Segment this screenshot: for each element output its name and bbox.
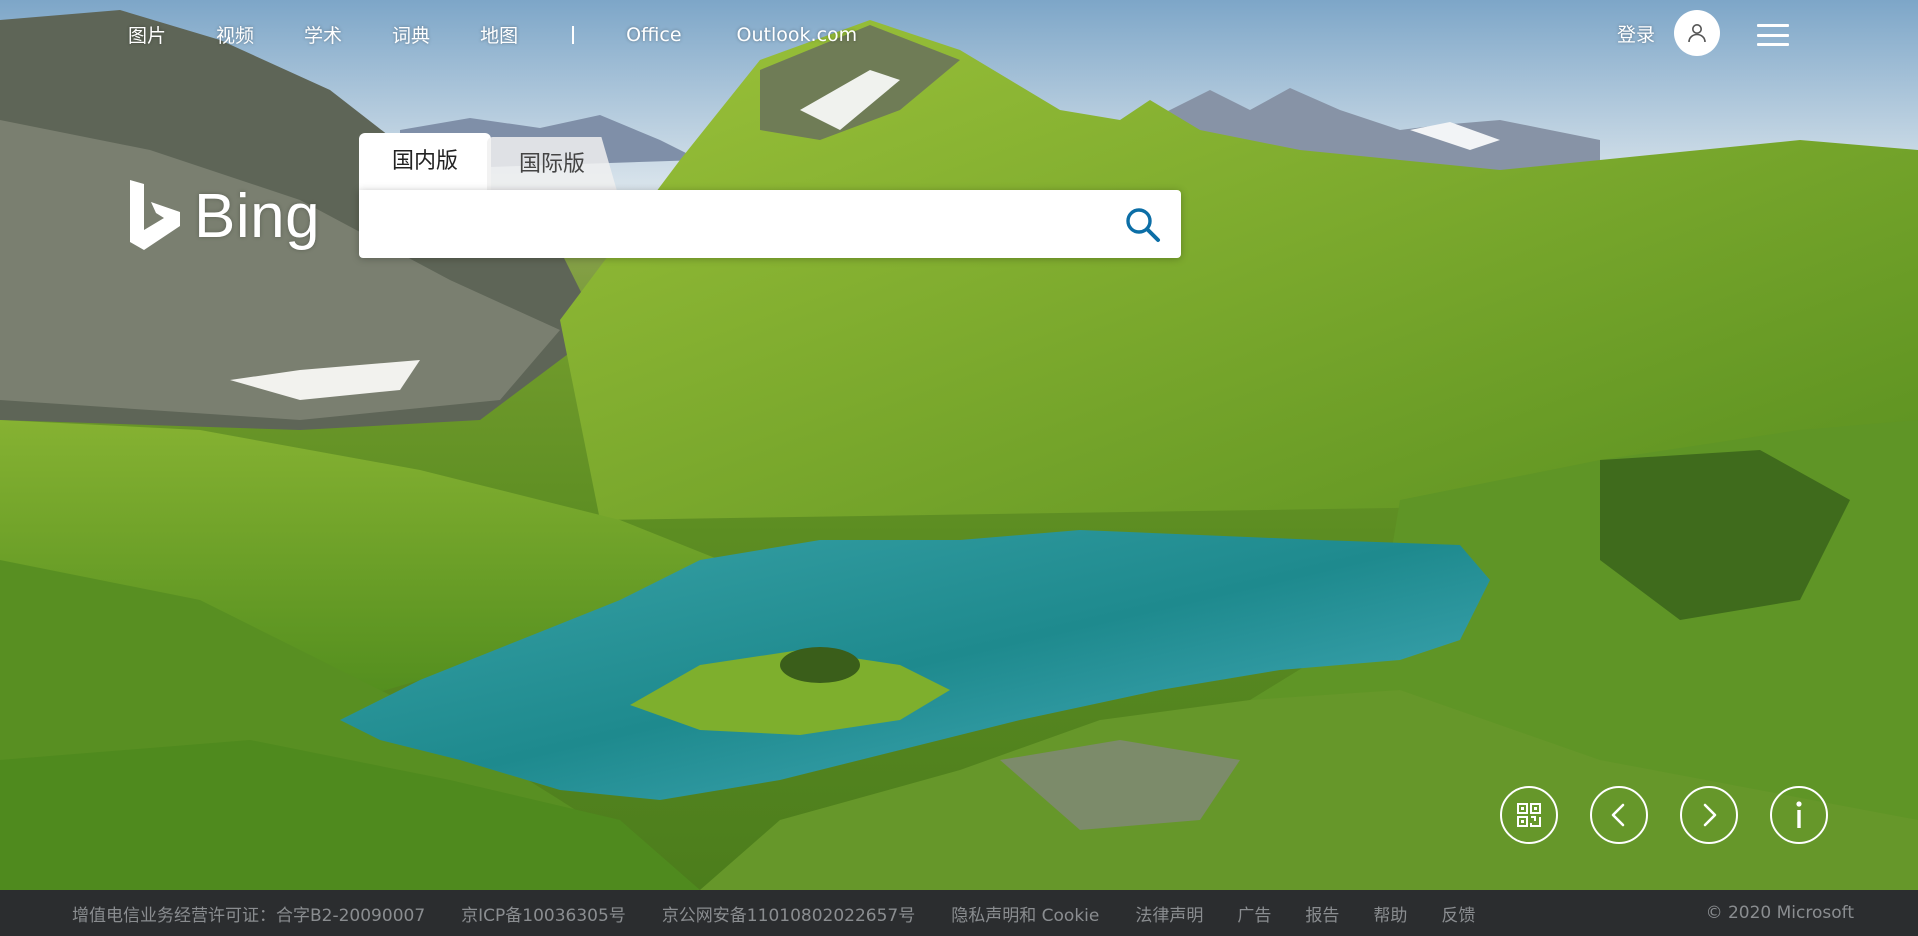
landscape-illustration <box>0 0 1918 890</box>
copyright: © 2020 Microsoft <box>1705 903 1854 923</box>
previous-image-button[interactable] <box>1590 786 1648 844</box>
footer: 增值电信业务经营许可证：合字B2-20090007 京ICP备10036305号… <box>0 890 1918 936</box>
search-input[interactable] <box>375 202 1095 246</box>
nav-link-images[interactable]: 图片 <box>128 21 166 48</box>
search-button[interactable] <box>1121 203 1165 247</box>
qr-code-icon <box>1517 803 1541 827</box>
footer-link-help[interactable]: 帮助 <box>1373 901 1407 926</box>
nav-divider <box>572 25 575 44</box>
tab-domestic[interactable]: 国内版 <box>359 133 491 191</box>
next-icon <box>1703 803 1717 827</box>
tab-international[interactable]: 国际版 <box>487 137 617 191</box>
footer-link-icp[interactable]: 京ICP备10036305号 <box>461 901 626 926</box>
search-box <box>359 190 1181 258</box>
footer-link-telecom-license[interactable]: 增值电信业务经营许可证：合字B2-20090007 <box>72 901 425 926</box>
footer-link-privacy[interactable]: 隐私声明和 Cookie <box>951 901 1099 926</box>
next-image-button[interactable] <box>1680 786 1738 844</box>
logo-wordmark: Bing <box>194 181 321 251</box>
footer-link-legal[interactable]: 法律声明 <box>1135 901 1203 926</box>
nav-link-office[interactable]: Office <box>626 24 681 46</box>
bing-logo: Bing <box>128 178 320 254</box>
nav-link-outlook[interactable]: Outlook.com <box>737 24 858 46</box>
image-info-button[interactable] <box>1770 786 1828 844</box>
background-image <box>0 0 1918 890</box>
info-icon <box>1796 801 1802 828</box>
nav-link-academic[interactable]: 学术 <box>304 21 342 48</box>
nav-links: 图片 视频 学术 词典 地图 Office Outlook.com <box>128 21 912 48</box>
nav-link-videos[interactable]: 视频 <box>216 21 254 48</box>
footer-link-ads[interactable]: 广告 <box>1237 901 1271 926</box>
footer-links: 增值电信业务经营许可证：合字B2-20090007 京ICP备10036305号… <box>72 890 1475 936</box>
login-link[interactable]: 登录 <box>1617 20 1655 47</box>
hamburger-menu-icon[interactable] <box>1757 24 1789 46</box>
nav-link-maps[interactable]: 地图 <box>480 21 518 48</box>
bing-logo-icon <box>130 180 180 250</box>
user-avatar-icon[interactable] <box>1674 10 1720 56</box>
qr-code-button[interactable] <box>1500 786 1558 844</box>
footer-link-police-record[interactable]: 京公网安备11010802022657号 <box>662 901 915 926</box>
footer-link-feedback[interactable]: 反馈 <box>1441 901 1475 926</box>
footer-link-report[interactable]: 报告 <box>1305 901 1339 926</box>
top-navigation: 图片 视频 学术 词典 地图 Office Outlook.com 登录 <box>0 0 1918 66</box>
search-icon <box>1126 208 1160 242</box>
nav-link-dictionary[interactable]: 词典 <box>392 21 430 48</box>
previous-icon <box>1611 803 1625 827</box>
search-scope-tabs: 国内版 国际版 <box>359 133 617 191</box>
